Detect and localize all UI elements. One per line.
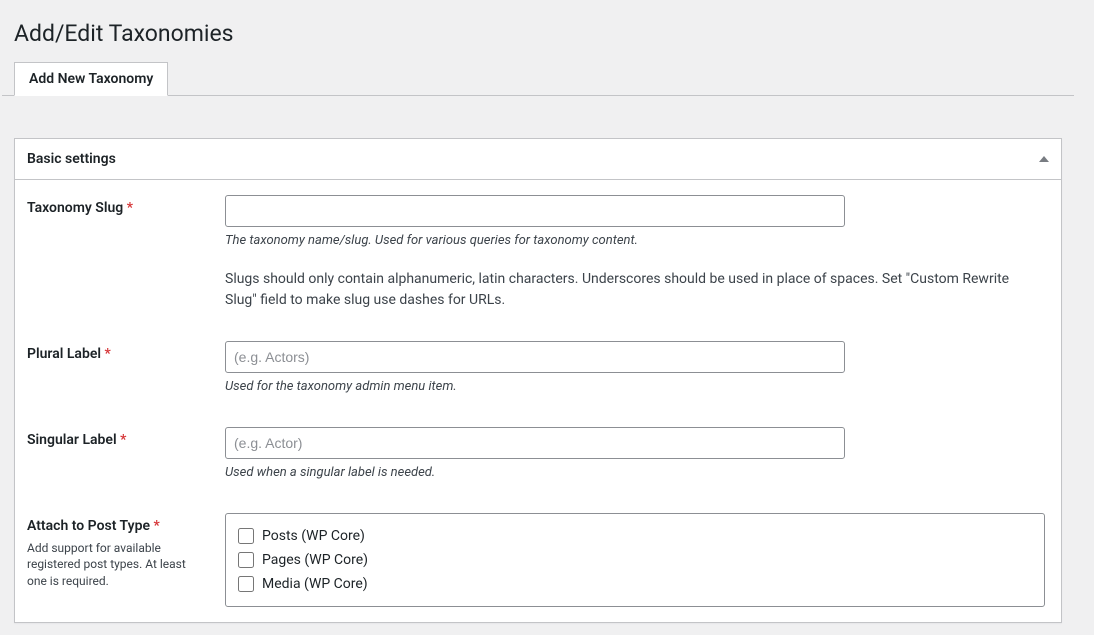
attach-post-type-container: Posts (WP Core) Pages (WP Core) Media (W… bbox=[225, 513, 1045, 607]
chevron-up-icon[interactable] bbox=[1039, 156, 1049, 162]
tab-wrapper: Add New Taxonomy bbox=[2, 53, 1074, 96]
plural-label-input[interactable] bbox=[225, 341, 845, 373]
checkbox-row-posts: Posts (WP Core) bbox=[238, 524, 1032, 548]
checkbox-row-pages: Pages (WP Core) bbox=[238, 548, 1032, 572]
tab-add-new-taxonomy[interactable]: Add New Taxonomy bbox=[14, 62, 168, 96]
required-marker: * bbox=[153, 518, 159, 534]
attach-label: Attach to Post Type bbox=[27, 518, 150, 534]
plural-label-description: Used for the taxonomy admin menu item. bbox=[225, 377, 1049, 397]
page-title: Add/Edit Taxonomies bbox=[2, 10, 1074, 53]
required-marker: * bbox=[127, 200, 133, 216]
attach-sublabel: Add support for available registered pos… bbox=[27, 540, 205, 590]
plural-label-label: Plural Label bbox=[27, 346, 101, 362]
checkbox-pages-label[interactable]: Pages (WP Core) bbox=[262, 552, 368, 568]
basic-settings-panel: Basic settings Taxonomy Slug * The taxon… bbox=[14, 138, 1062, 623]
singular-label-label: Singular Label bbox=[27, 432, 117, 448]
checkbox-pages[interactable] bbox=[238, 552, 254, 568]
panel-header[interactable]: Basic settings bbox=[15, 139, 1061, 180]
checkbox-row-media: Media (WP Core) bbox=[238, 572, 1032, 596]
taxonomy-slug-extra: Slugs should only contain alphanumeric, … bbox=[225, 269, 1049, 311]
taxonomy-slug-input[interactable] bbox=[225, 195, 845, 227]
taxonomy-slug-description: The taxonomy name/slug. Used for various… bbox=[225, 231, 1049, 251]
singular-label-description: Used when a singular label is needed. bbox=[225, 463, 1049, 483]
singular-label-input[interactable] bbox=[225, 427, 845, 459]
taxonomy-slug-label: Taxonomy Slug bbox=[27, 200, 123, 216]
checkbox-posts[interactable] bbox=[238, 528, 254, 544]
required-marker: * bbox=[105, 346, 111, 362]
checkbox-posts-label[interactable]: Posts (WP Core) bbox=[262, 528, 365, 544]
panel-title: Basic settings bbox=[27, 139, 116, 179]
required-marker: * bbox=[120, 432, 126, 448]
checkbox-media-label[interactable]: Media (WP Core) bbox=[262, 576, 368, 592]
checkbox-media[interactable] bbox=[238, 576, 254, 592]
